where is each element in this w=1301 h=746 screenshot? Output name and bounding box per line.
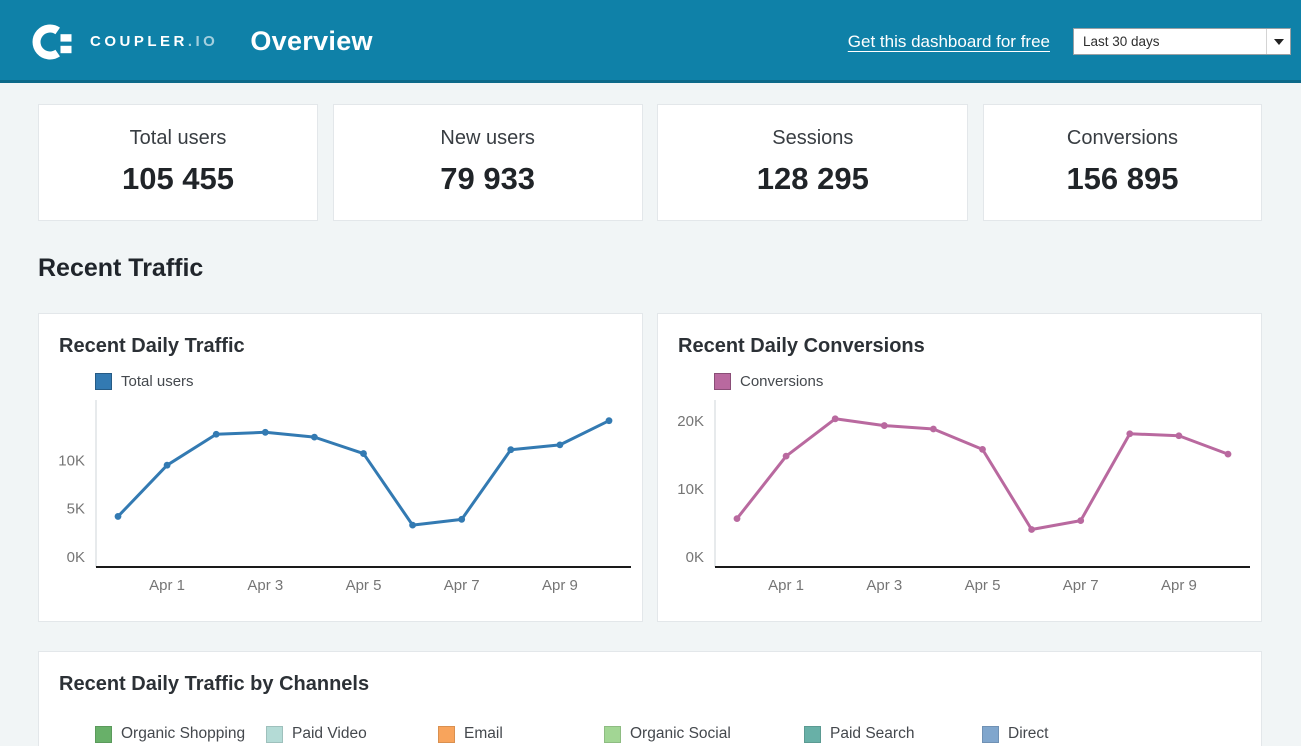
- daily-conversions-line-chart[interactable]: 0K 10K 20K Apr 1 Apr 3 Apr 5 Apr 7 Apr 9: [658, 392, 1263, 621]
- legend-swatch: [982, 725, 999, 743]
- legend-item-paid-search[interactable]: Paid Search: [804, 725, 982, 743]
- svg-text:Apr 5: Apr 5: [965, 577, 1001, 594]
- legend-label: Direct: [1008, 725, 1049, 742]
- kpi-row: Total users 105 455 New users 79 933 Ses…: [38, 104, 1262, 221]
- svg-text:Apr 5: Apr 5: [346, 577, 382, 594]
- svg-text:Apr 3: Apr 3: [866, 577, 902, 594]
- svg-text:10K: 10K: [58, 452, 85, 469]
- legend-label: Paid Video: [292, 725, 367, 742]
- legend-swatch: [714, 373, 731, 390]
- kpi-card-total-users: Total users 105 455: [38, 104, 318, 221]
- legend-label: Conversions: [740, 373, 824, 390]
- svg-text:Apr 3: Apr 3: [247, 577, 283, 594]
- get-dashboard-link[interactable]: Get this dashboard for free: [848, 32, 1050, 52]
- chevron-down-icon: [1273, 38, 1284, 45]
- section-title-recent-traffic: Recent Traffic: [38, 254, 204, 282]
- date-range-select[interactable]: Last 30 days: [1073, 28, 1291, 55]
- daily-traffic-line-chart[interactable]: 0K 5K 10K Apr 1 Apr 3 Apr 5 Apr 7 Apr 9: [39, 392, 644, 621]
- legend-item-email[interactable]: Email: [438, 725, 604, 743]
- svg-text:Apr 1: Apr 1: [149, 577, 185, 594]
- kpi-value: 128 295: [756, 161, 869, 196]
- kpi-card-new-users: New users 79 933: [332, 104, 643, 221]
- legend-item-paid-video[interactable]: Paid Video: [266, 725, 438, 743]
- svg-text:0K: 0K: [686, 549, 704, 566]
- svg-text:Apr 9: Apr 9: [1161, 577, 1197, 594]
- kpi-label: New users: [440, 127, 535, 149]
- legend-item-organic-social[interactable]: Organic Social: [604, 725, 804, 743]
- svg-text:Apr 1: Apr 1: [768, 577, 804, 594]
- legend-label: Organic Social: [630, 725, 731, 742]
- chart-title: Recent Daily Conversions: [678, 335, 925, 357]
- legend-swatch: [438, 725, 455, 743]
- svg-text:0K: 0K: [67, 549, 85, 566]
- brand-wordmark: COUPLER.IO: [90, 33, 219, 50]
- legend-swatch: [95, 373, 112, 390]
- chart-legend[interactable]: Total users: [95, 373, 642, 390]
- kpi-label: Sessions: [772, 127, 854, 149]
- svg-text:5K: 5K: [67, 501, 85, 518]
- kpi-value: 105 455: [121, 161, 235, 196]
- select-arrow-box[interactable]: [1266, 29, 1290, 54]
- dashboard-page: COUPLER.IO Overview Get this dashboard f…: [0, 0, 1301, 746]
- svg-text:Apr 9: Apr 9: [542, 577, 578, 594]
- channels-legend: Organic Shopping Paid Video Email Organi…: [95, 725, 1261, 743]
- legend-swatch: [804, 725, 821, 743]
- chart-title: Recent Daily Traffic by Channels: [59, 673, 370, 695]
- legend-item-direct[interactable]: Direct: [982, 725, 1048, 743]
- chart-legend[interactable]: Conversions: [714, 373, 1261, 390]
- legend-item-organic-shopping[interactable]: Organic Shopping: [95, 725, 266, 743]
- page-title: Overview: [250, 26, 373, 56]
- svg-text:Apr 7: Apr 7: [1063, 577, 1099, 594]
- legend-swatch: [266, 725, 283, 743]
- chart-title: Recent Daily Traffic: [59, 335, 245, 357]
- date-range-value: Last 30 days: [1083, 34, 1160, 49]
- coupler-logo-icon: [32, 24, 72, 59]
- legend-swatch: [95, 725, 112, 743]
- chart-card-traffic-by-channels: Recent Daily Traffic by Channels Organic…: [38, 651, 1262, 746]
- svg-text:Apr 7: Apr 7: [444, 577, 480, 594]
- legend-label: Paid Search: [830, 725, 915, 742]
- app-header: COUPLER.IO Overview Get this dashboard f…: [0, 0, 1301, 83]
- svg-text:10K: 10K: [677, 481, 704, 498]
- kpi-card-conversions: Conversions 156 895: [982, 104, 1262, 221]
- coupler-logo: COUPLER.IO: [30, 20, 218, 64]
- legend-swatch: [604, 725, 621, 743]
- legend-label: Total users: [121, 373, 194, 390]
- kpi-card-sessions: Sessions 128 295: [657, 104, 969, 221]
- legend-label: Organic Shopping: [121, 725, 246, 742]
- main-content: Total users 105 455 New users 79 933 Ses…: [38, 104, 1262, 746]
- svg-text:20K: 20K: [677, 413, 704, 430]
- kpi-label: Total users: [129, 127, 227, 149]
- chart-card-daily-conversions: Recent Daily Conversions Conversions 0K 1…: [657, 313, 1262, 622]
- kpi-label: Conversions: [1066, 127, 1179, 149]
- kpi-value: 79 933: [440, 161, 536, 196]
- chart-card-daily-traffic: Recent Daily Traffic Total users 0K 5K 10K…: [38, 313, 643, 622]
- charts-row: Recent Daily Traffic Total users 0K 5K 10K…: [38, 313, 1262, 622]
- legend-label: Email: [464, 725, 503, 742]
- kpi-value: 156 895: [1066, 161, 1179, 196]
